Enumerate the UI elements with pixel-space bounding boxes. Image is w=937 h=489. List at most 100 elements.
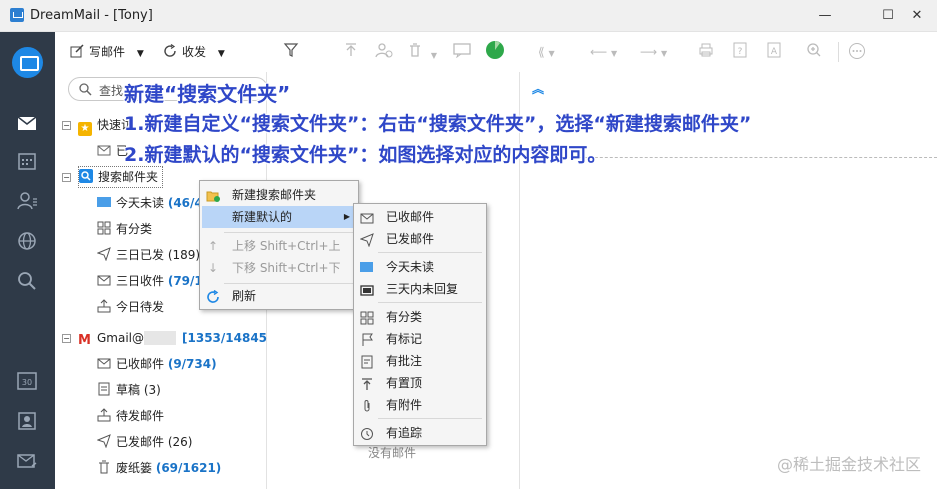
nav-rail: 30 bbox=[0, 32, 55, 489]
menu-item-refresh[interactable]: 刷新 bbox=[202, 285, 356, 307]
contacts-icon[interactable] bbox=[16, 190, 38, 212]
menu-item-label: 新建默认的 bbox=[232, 210, 293, 224]
inbox-icon bbox=[97, 358, 111, 369]
tree-item-drafts[interactable]: 草稿 (3) bbox=[97, 379, 161, 401]
globe-icon[interactable] bbox=[16, 230, 38, 252]
inbox-icon bbox=[360, 210, 374, 224]
tree-item-account[interactable]: M Gmail@ [1353/14845] bbox=[78, 327, 273, 349]
tree-label: 草稿 (3) bbox=[116, 383, 161, 397]
menu-item-label: 上移 Shift+Ctrl+上 bbox=[232, 239, 341, 253]
tree-item-sent-3days[interactable]: 三日已发 (189) bbox=[97, 244, 200, 266]
collapse-header-icon[interactable]: ︽ bbox=[532, 80, 544, 97]
print-icon[interactable] bbox=[698, 42, 714, 62]
menu-item-label: 今天未读 bbox=[386, 260, 435, 274]
compose-icon bbox=[70, 44, 84, 58]
chevron-down-icon[interactable]: ▼ bbox=[137, 49, 144, 59]
collapse-icon[interactable]: − bbox=[62, 334, 71, 343]
menu-item-move-up[interactable]: ↑ 上移 Shift+Ctrl+上 bbox=[202, 235, 356, 257]
collapse-icon[interactable]: − bbox=[62, 121, 71, 130]
tree-item-today-unread[interactable]: 今天未读 (46/4 bbox=[97, 192, 203, 214]
menu-item-label: 有分类 bbox=[386, 310, 423, 324]
submenu-item-flagged[interactable]: 有标记 bbox=[356, 328, 484, 350]
filter-icon[interactable] bbox=[283, 42, 299, 62]
menu-item-label: 已收邮件 bbox=[386, 210, 435, 224]
close-button[interactable]: ✕ bbox=[897, 4, 937, 28]
unread-mail-icon bbox=[97, 197, 111, 207]
main-toolbar: 写邮件 ▼ 收发 ▼ ▼ bbox=[55, 32, 520, 72]
menu-item-label: 已发邮件 bbox=[386, 232, 435, 246]
tree-item-trash[interactable]: 废纸篓 (69/1621) bbox=[97, 457, 221, 479]
refresh-icon bbox=[206, 289, 220, 303]
forward-icon[interactable]: ⟶ ▼ bbox=[640, 42, 667, 62]
submenu-item-sent[interactable]: 已发邮件 bbox=[356, 228, 484, 250]
tree-label: 已收邮件 bbox=[116, 357, 165, 371]
submenu-item-categorized[interactable]: 有分类 bbox=[356, 306, 484, 328]
menu-separator bbox=[378, 418, 482, 419]
tree-item-categorized[interactable]: 有分类 bbox=[97, 218, 152, 240]
collapse-icon[interactable]: − bbox=[62, 173, 71, 182]
send-icon bbox=[359, 232, 374, 248]
submenu-item-pinned[interactable]: 有置顶 bbox=[356, 372, 484, 394]
tree-label: 今日待发 bbox=[116, 300, 165, 314]
tree-label: 今天未读 bbox=[116, 196, 165, 210]
submenu-item-inbox[interactable]: 已收邮件 bbox=[356, 206, 484, 228]
watermark: @稀土掘金技术社区 bbox=[776, 455, 921, 474]
annotation-title: 新建“搜索文件夹” bbox=[124, 82, 291, 106]
tree-count: (46/4 bbox=[167, 196, 203, 210]
outbox-icon bbox=[97, 408, 111, 422]
move-top-icon[interactable] bbox=[343, 42, 359, 62]
mail-dark-icon bbox=[360, 282, 374, 296]
more-icon[interactable] bbox=[848, 42, 866, 62]
calendar-grid-icon[interactable] bbox=[16, 150, 38, 172]
tree-item-sent[interactable]: 已发邮件 (26) bbox=[97, 431, 192, 453]
mail-settings-icon[interactable] bbox=[16, 450, 38, 472]
help-icon[interactable]: ? bbox=[732, 42, 748, 62]
zoom-in-icon[interactable] bbox=[806, 42, 822, 62]
delete-icon[interactable]: ▼ bbox=[407, 42, 437, 62]
annotation-step-1: 1.新建自定义“搜索文件夹”：右击“搜索文件夹”，选择“新建搜索邮件夹” bbox=[124, 113, 752, 135]
menu-item-label: 有批注 bbox=[386, 354, 423, 368]
menu-separator bbox=[224, 232, 354, 233]
mail-icon[interactable] bbox=[16, 112, 38, 134]
refresh-icon bbox=[164, 44, 176, 57]
menu-item-label: 有追踪 bbox=[386, 426, 423, 440]
contact-block-icon[interactable] bbox=[375, 42, 393, 62]
submenu-item-tracked[interactable]: 有追踪 bbox=[356, 422, 484, 444]
minimize-button[interactable]: — bbox=[805, 4, 845, 28]
calendar-30-icon[interactable]: 30 bbox=[16, 370, 38, 392]
search-icon[interactable] bbox=[16, 270, 38, 292]
submenu-item-no-reply-3days[interactable]: 三天内未回复 bbox=[356, 278, 484, 300]
menu-item-label: 刷新 bbox=[232, 289, 257, 303]
reply-all-icon[interactable]: ⟪ ▼ bbox=[538, 42, 555, 62]
tree-label: 废纸篓 bbox=[116, 461, 153, 475]
tree-item-inbox[interactable]: 已收邮件 (9/734) bbox=[97, 353, 217, 375]
menu-item-move-down[interactable]: ↓ 下移 Shift+Ctrl+下 bbox=[202, 257, 356, 279]
submenu-item-annotated[interactable]: 有批注 bbox=[356, 350, 484, 372]
inbox-icon bbox=[97, 145, 111, 156]
tree-label: 有分类 bbox=[116, 222, 153, 236]
submenu-item-today-unread[interactable]: 今天未读 bbox=[356, 256, 484, 278]
menu-item-new-search-folder[interactable]: 新建搜索邮件夹 bbox=[202, 184, 356, 206]
menu-item-new-default[interactable]: 新建默认的 ▶ bbox=[202, 206, 356, 228]
tree-label: 搜索邮件夹 bbox=[98, 170, 159, 184]
reading-toolbar: ⟪ ▼ ⟵ ▼ ⟶ ▼ ? A bbox=[520, 32, 937, 72]
submenu-item-attachments[interactable]: 有附件 bbox=[356, 394, 484, 416]
app-icon bbox=[10, 8, 24, 22]
text-format-icon[interactable]: A bbox=[766, 42, 782, 62]
send-receive-button[interactable]: 收发 ▼ bbox=[163, 42, 225, 62]
pin-top-icon bbox=[360, 376, 374, 390]
tree-item-pending-today[interactable]: 今日待发 bbox=[97, 296, 164, 318]
profile-card-icon[interactable] bbox=[16, 410, 38, 432]
tree-item-outbox[interactable]: 待发邮件 bbox=[97, 405, 164, 427]
chevron-down-icon[interactable]: ▼ bbox=[218, 49, 225, 59]
tree-item-search-folder[interactable]: 搜索邮件夹 bbox=[78, 166, 164, 188]
compose-button[interactable]: 写邮件 ▼ bbox=[70, 42, 144, 62]
chevron-down-icon[interactable]: ▼ bbox=[431, 51, 437, 60]
window-title: DreamMail - [Tony] bbox=[30, 8, 153, 23]
tree-count: (9/734) bbox=[167, 357, 217, 371]
tree-item-received-3days[interactable]: 三日收件 (79/1 bbox=[97, 270, 203, 292]
reply-icon[interactable]: ⟵ ▼ bbox=[590, 42, 617, 62]
comment-icon[interactable] bbox=[453, 42, 471, 62]
tree-label: Gmail@ bbox=[97, 331, 145, 345]
logo-icon[interactable] bbox=[12, 47, 43, 78]
